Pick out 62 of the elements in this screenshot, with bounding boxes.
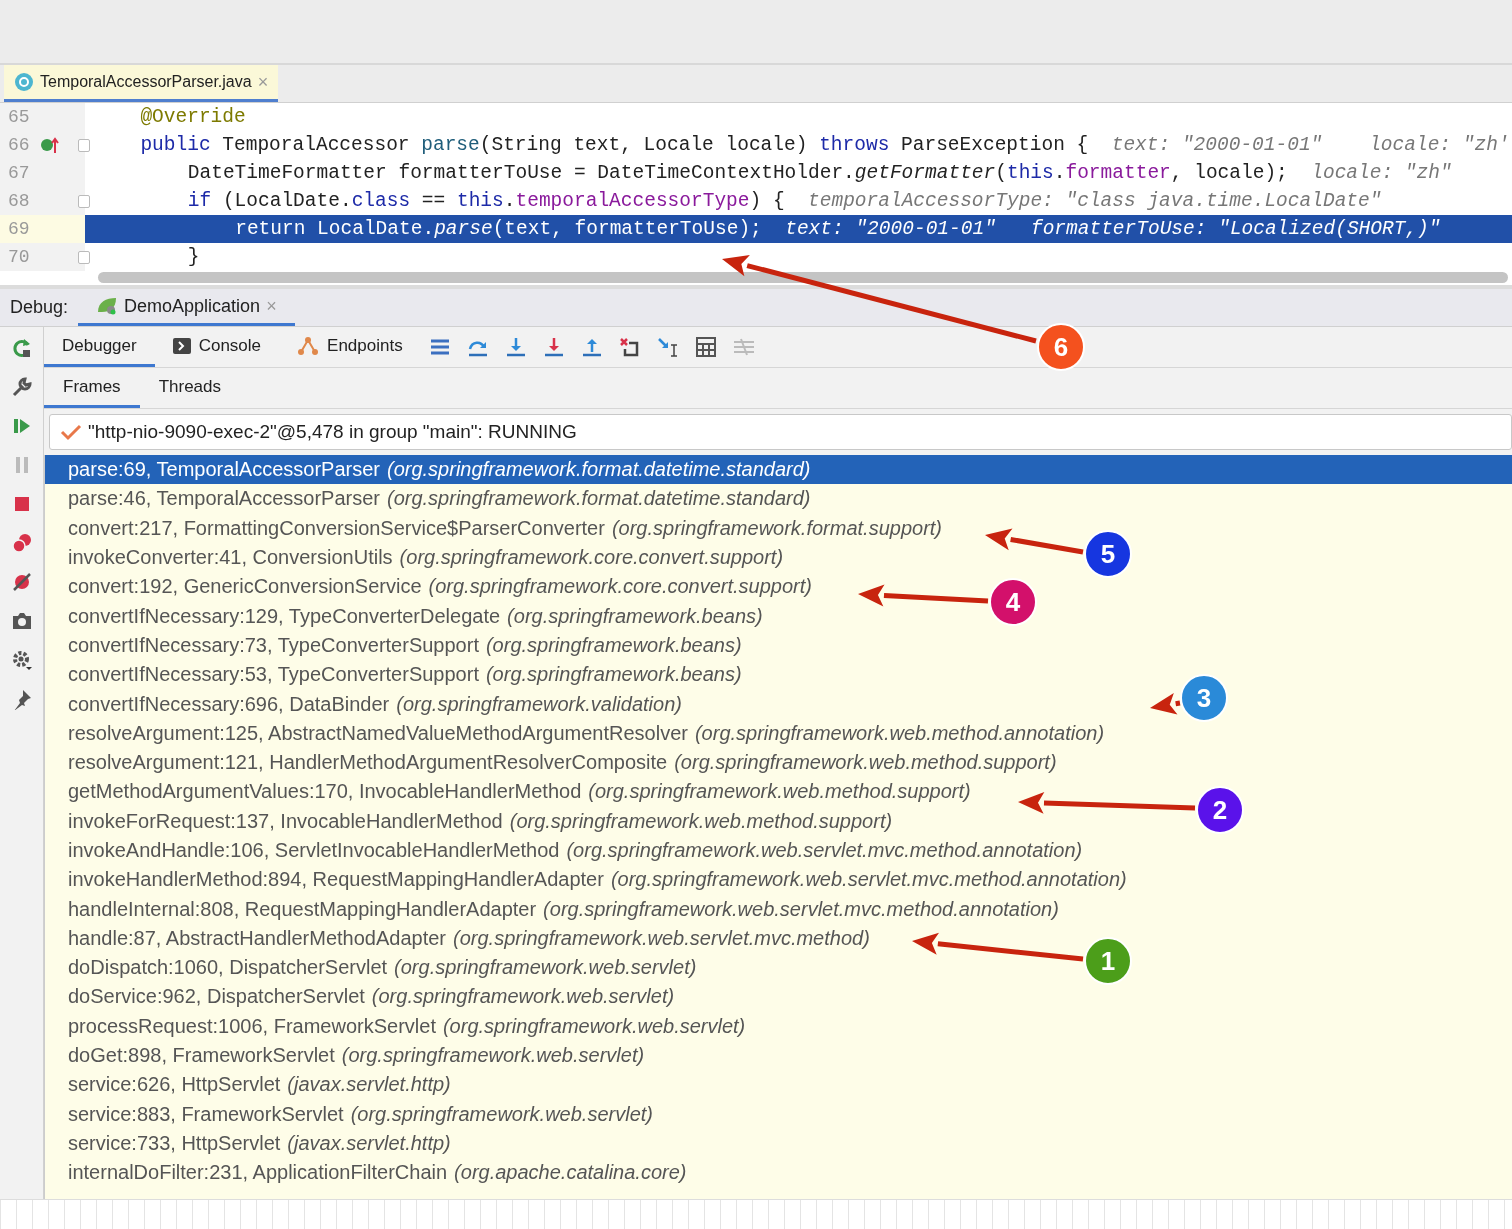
debug-label: Debug: (9, 296, 70, 319)
breakpoints-icon[interactable] (10, 532, 33, 554)
stack-frame[interactable]: getMethodArgumentValues:170, InvocableHandlerMethod (org.springframework.web.method.support) (68, 780, 971, 804)
stack-frame[interactable]: invokeHandlerMethod:894, RequestMappingHandlerAdapter (org.springframework.web.servlet.mvc.method.annotation) (68, 868, 1127, 892)
panel-tab[interactable]: Frames (44, 368, 140, 408)
rerun-icon[interactable] (10, 337, 33, 359)
line-number: 69 (7, 219, 31, 239)
stack-frame[interactable]: handleInternal:808, RequestMappingHandlerAdapter (org.springframework.web.servlet.mvc.method.annotation) (68, 897, 1059, 921)
arrow (1150, 692, 1181, 715)
code-line: if (LocalDate.class == this.temporalAccessorType) { temporalAccessorType: "class java.time.LocalDate" (186, 189, 1383, 214)
stack-frame[interactable]: service:626, HttpServlet (javax.servlet.http) (68, 1073, 451, 1097)
session-tab[interactable]: DemoApplication × (78, 289, 295, 326)
stack-frame[interactable]: convert:192, GenericConversionService (org.springframework.core.convert.support) (68, 575, 812, 599)
stack-frame[interactable]: convertIfNecessary:696, DataBinder (org.springframework.validation) (68, 692, 682, 716)
stack-frame[interactable]: resolveArgument:125, AbstractNamedValueMethodArgumentResolver (org.springframework.web.method.annotation) (68, 721, 1105, 745)
number-badge: 6 (1037, 323, 1085, 371)
stack-frame[interactable]: convertIfNecessary:73, TypeConverterSupport (org.springframework.beans) (68, 633, 742, 657)
endpoints-icon (297, 335, 320, 356)
stack-frame[interactable]: invokeConverter:41, ConversionUtils (org.springframework.core.convert.support) (68, 546, 784, 570)
line-number: 66 (7, 135, 31, 155)
camera-icon[interactable] (10, 610, 33, 632)
line-number: 67 (7, 163, 31, 183)
toolbar-tab[interactable]: Debugger (44, 327, 155, 367)
panel-tab[interactable]: Threads (139, 368, 240, 408)
stack-frame[interactable]: invokeForRequest:137, InvocableHandlerMethod (org.springframework.web.method.support) (68, 809, 893, 833)
toolbar-tab[interactable]: Endpoints (279, 327, 421, 367)
line-number: 65 (7, 107, 31, 127)
stack-frame[interactable]: service:733, HttpServlet (javax.servlet.http) (68, 1131, 451, 1155)
stack-frame[interactable]: parse:46, TemporalAccessorParser (org.springframework.format.datetime.standard) (68, 487, 811, 511)
code-line: } (186, 245, 201, 270)
class-icon (14, 72, 34, 92)
stack-frame[interactable]: service:883, FrameworkServlet (org.springframework.web.servlet) (68, 1102, 653, 1126)
wrench-icon[interactable] (10, 376, 33, 398)
checkmark-icon (60, 423, 82, 441)
stack-frame[interactable]: doService:962, DispatcherServlet (org.springframework.web.servlet) (68, 985, 675, 1009)
stack-frame[interactable]: handle:87, AbstractHandlerMethodAdapter (org.springframework.web.servlet.mvc.method) (68, 926, 870, 950)
line-number: 68 (7, 191, 31, 211)
stack-frame[interactable]: resolveArgument:121, HandlerMethodArgumentResolverComposite (org.springframework.web.method.support) (68, 751, 1057, 775)
thread-selector[interactable]: "http-nio-9090-exec-2"@5,478 in group "main": RUNNING (49, 414, 1512, 450)
fold-marker-icon[interactable] (78, 138, 90, 152)
implements-marker-icon[interactable] (40, 136, 60, 154)
file-tab-label: TemporalAccessorParser.java (40, 73, 252, 91)
stack-frame[interactable]: convert:217, FormattingConversionService$ParserConverter (org.springframework.format.support) (68, 516, 942, 540)
fold-marker-icon[interactable] (78, 194, 90, 208)
toolbar-tab[interactable]: Console (154, 327, 280, 367)
stack-frame[interactable]: convertIfNecessary:53, TypeConverterSupport (org.springframework.beans) (68, 663, 742, 687)
settings-icon[interactable] (10, 649, 33, 671)
code-line: DateTimeFormatter formatterToUse = DateTimeContextHolder.getFormatter(this.formatter, locale); locale: "zh" (186, 161, 1453, 186)
file-tab[interactable]: TemporalAccessorParser.java × (4, 65, 279, 102)
code-line: public TemporalAccessor parse(String text, Locale locale) throws ParseException { text: "2000-01-01" locale: "zh' (139, 133, 1511, 158)
stack-frame[interactable]: processRequest:1006, FrameworkServlet (org.springframework.web.servlet) (68, 1014, 746, 1038)
fold-marker-icon[interactable] (78, 250, 90, 264)
line-number: 70 (7, 247, 31, 267)
console-icon (172, 337, 191, 354)
stack-frame[interactable]: doGet:898, FrameworkServlet (org.springframework.web.servlet) (68, 1044, 645, 1068)
stack-frame[interactable]: internalDoFilter:231, ApplicationFilterChain (org.apache.catalina.core) (68, 1161, 687, 1185)
stack-frame[interactable]: convertIfNecessary:129, TypeConverterDelegate (org.springframework.beans) (68, 604, 763, 628)
stack-frame[interactable]: invokeAndHandle:106, ServletInvocableHandlerMethod (org.springframework.web.servlet.mvc.method.annotation) (68, 839, 1083, 862)
spring-leaf-icon (96, 296, 119, 316)
stack-frame[interactable]: doDispatch:1060, DispatcherServlet (org.springframework.web.servlet) (68, 956, 697, 980)
code-line: @Override (139, 105, 247, 130)
scrollbar[interactable] (98, 272, 1508, 283)
